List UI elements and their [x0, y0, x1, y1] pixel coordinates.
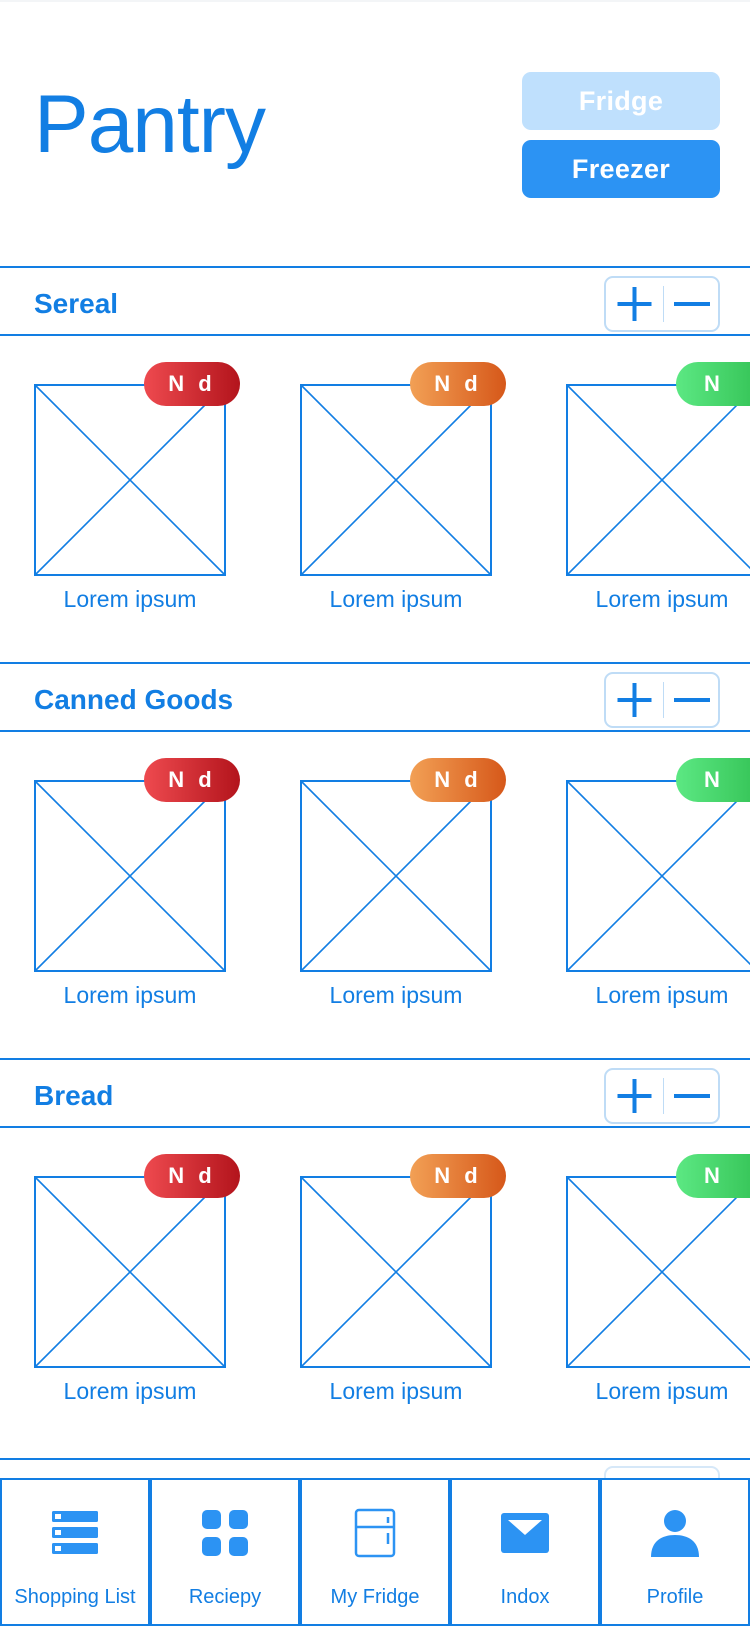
image-placeholder-icon	[34, 780, 226, 972]
section-header: Sereal	[0, 266, 750, 336]
section-header: Bread	[0, 1058, 750, 1128]
tab-label: My Fridge	[330, 1586, 420, 1608]
item-label: Lorem ipsum	[595, 586, 729, 612]
item-label: Lorem ipsum	[595, 982, 729, 1008]
fridge-button[interactable]: Fridge	[522, 72, 720, 130]
item-card[interactable]: N Lorem ipsum	[532, 1128, 750, 1408]
tab-label: Reciepy	[188, 1586, 262, 1608]
freezer-button[interactable]: Freezer	[522, 140, 720, 198]
item-card[interactable]: N d Lorem ipsum	[0, 1128, 240, 1408]
image-placeholder-icon	[566, 1176, 750, 1368]
section-title: Bread	[34, 1080, 114, 1111]
plus-icon[interactable]	[606, 1070, 663, 1122]
section-bread: Bread N d Lorem ipsum N d Lorem ipsum N …	[0, 1058, 750, 1454]
item-carousel: N d Lorem ipsum N d Lorem ipsum N Lorem …	[0, 1128, 750, 1448]
minus-icon[interactable]	[664, 674, 721, 726]
status-badge: N	[676, 758, 750, 802]
quantity-stepper	[604, 672, 720, 728]
item-card[interactable]: N d Lorem ipsum	[0, 732, 240, 1012]
tab-label: Profile	[646, 1586, 704, 1608]
image-placeholder-icon	[566, 384, 750, 576]
item-label: Lorem ipsum	[329, 586, 463, 612]
status-badge: N	[676, 362, 750, 406]
item-card[interactable]: N Lorem ipsum	[532, 732, 750, 1012]
section-title: Canned Goods	[34, 684, 234, 715]
mail-icon	[452, 1508, 598, 1562]
item-label: Lorem ipsum	[63, 1378, 197, 1404]
image-placeholder-icon	[300, 384, 492, 576]
status-badge: N d	[410, 758, 506, 802]
item-carousel: N d Lorem ipsum N d Lorem ipsum N Lorem …	[0, 732, 750, 1052]
status-badge: N d	[410, 1154, 506, 1198]
status-bar-divider	[0, 0, 750, 2]
tab-shopping-list[interactable]: Shopping List	[0, 1478, 150, 1626]
plus-icon[interactable]	[606, 278, 663, 330]
person-icon	[602, 1508, 748, 1562]
status-badge: N d	[144, 362, 240, 406]
status-badge: N d	[144, 1154, 240, 1198]
item-label: Lorem ipsum	[595, 1378, 729, 1404]
tab-reciepy[interactable]: Reciepy	[150, 1478, 300, 1626]
status-badge: N d	[410, 362, 506, 406]
status-badge: N d	[144, 758, 240, 802]
list-icon	[2, 1508, 148, 1562]
item-card[interactable]: N d Lorem ipsum	[0, 336, 240, 616]
image-placeholder-icon	[34, 1176, 226, 1368]
tab-indox[interactable]: Indox	[450, 1478, 600, 1626]
minus-icon[interactable]	[664, 1070, 721, 1122]
image-placeholder-icon	[300, 780, 492, 972]
minus-icon[interactable]	[664, 278, 721, 330]
tab-bar: Shopping List Reciepy My Fridge Indox Pr…	[0, 1478, 750, 1626]
item-carousel: N d Lorem ipsum N d Lorem ipsum N Lorem …	[0, 336, 750, 656]
item-card[interactable]: N d Lorem ipsum	[266, 1128, 506, 1408]
item-card[interactable]: N Lorem ipsum	[532, 336, 750, 616]
plus-icon[interactable]	[606, 674, 663, 726]
tab-profile[interactable]: Profile	[600, 1478, 750, 1626]
section-header: Canned Goods	[0, 662, 750, 732]
item-card[interactable]: N d Lorem ipsum	[266, 336, 506, 616]
section-title: Sereal	[34, 288, 119, 319]
tab-my-fridge[interactable]: My Fridge	[300, 1478, 450, 1626]
section-divider	[0, 1458, 750, 1460]
item-label: Lorem ipsum	[63, 586, 197, 612]
grid-icon	[152, 1508, 298, 1562]
section-sereal: Sereal N d Lorem ipsum N d Lorem ipsum N…	[0, 266, 750, 662]
page-title: Pantry	[34, 79, 266, 170]
item-label: Lorem ipsum	[329, 982, 463, 1008]
fridge-icon	[302, 1508, 448, 1562]
image-placeholder-icon	[566, 780, 750, 972]
tab-label: Indox	[500, 1586, 550, 1608]
quantity-stepper	[604, 1068, 720, 1124]
item-card[interactable]: N d Lorem ipsum	[266, 732, 506, 1012]
status-badge: N	[676, 1154, 750, 1198]
image-placeholder-icon	[34, 384, 226, 576]
item-label: Lorem ipsum	[63, 982, 197, 1008]
tab-label: Shopping List	[14, 1586, 136, 1608]
quantity-stepper	[604, 276, 720, 332]
section-canned-goods: Canned Goods N d Lorem ipsum N d Lorem i…	[0, 662, 750, 1058]
item-label: Lorem ipsum	[329, 1378, 463, 1404]
image-placeholder-icon	[300, 1176, 492, 1368]
